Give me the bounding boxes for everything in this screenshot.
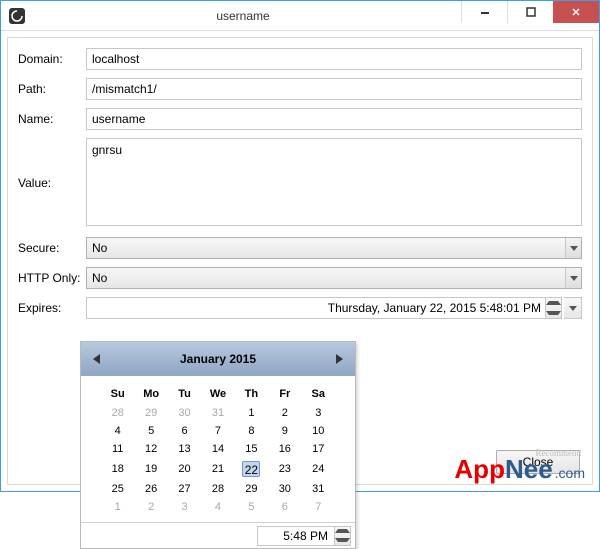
app-icon — [9, 8, 25, 24]
spin-down-icon[interactable] — [546, 308, 561, 318]
spin-down-icon[interactable] — [335, 536, 350, 545]
name-input[interactable] — [86, 108, 582, 130]
calendar-day[interactable]: 6 — [268, 498, 301, 516]
calendar-day[interactable]: 3 — [302, 404, 335, 422]
titlebar: username — [1, 1, 599, 31]
maximize-button[interactable] — [507, 1, 553, 23]
calendar-day[interactable]: 2 — [134, 498, 167, 516]
window-title: username — [25, 9, 461, 23]
calendar-day[interactable]: 5 — [134, 422, 167, 440]
calendar-time-row: 5:48 PM — [81, 522, 355, 548]
calendar-day[interactable]: 24 — [302, 458, 335, 480]
calendar-day[interactable]: 3 — [168, 498, 201, 516]
cookie-editor-window: username Domain: Path: Name: Value: gnrs… — [0, 0, 600, 492]
httponly-select[interactable]: No — [86, 267, 582, 289]
name-label: Name: — [18, 112, 86, 126]
expires-input[interactable]: Thursday, January 22, 2015 5:48:01 PM — [86, 297, 546, 319]
calendar-day[interactable]: 13 — [168, 440, 201, 458]
calendar-day[interactable]: 15 — [235, 440, 268, 458]
calendar-day[interactable]: 4 — [201, 498, 234, 516]
calendar-dow: Fr — [268, 384, 301, 404]
calendar-day[interactable]: 31 — [302, 480, 335, 498]
calendar-day[interactable]: 8 — [235, 422, 268, 440]
path-label: Path: — [18, 82, 86, 96]
calendar-dow: Su — [101, 384, 134, 404]
calendar-day[interactable]: 28 — [201, 480, 234, 498]
calendar-day[interactable]: 21 — [201, 458, 234, 480]
window-close-button[interactable] — [553, 1, 599, 23]
calendar-day[interactable]: 17 — [302, 440, 335, 458]
calendar-day[interactable]: 7 — [201, 422, 234, 440]
calendar-day[interactable]: 30 — [268, 480, 301, 498]
watermark-com: .com — [555, 465, 585, 481]
spin-up-icon[interactable] — [546, 298, 561, 308]
calendar-dow: Mo — [134, 384, 167, 404]
watermark-app: App — [454, 454, 505, 485]
calendar-dow: Sa — [302, 384, 335, 404]
calendar-day[interactable]: 12 — [134, 440, 167, 458]
calendar-day[interactable]: 28 — [101, 404, 134, 422]
calendar-day[interactable]: 1 — [101, 498, 134, 516]
calendar-grid: SuMoTuWeThFrSa 2829303112345678910111213… — [101, 384, 335, 516]
window-controls — [461, 1, 599, 30]
calendar-time-input[interactable]: 5:48 PM — [257, 526, 335, 546]
calendar-next-button[interactable] — [336, 354, 343, 364]
calendar-day[interactable]: 25 — [101, 480, 134, 498]
chevron-down-icon — [565, 268, 581, 288]
calendar-day[interactable]: 29 — [134, 404, 167, 422]
calendar-dow: We — [201, 384, 234, 404]
calendar-time-spinner[interactable] — [335, 526, 351, 546]
spin-up-icon[interactable] — [335, 527, 350, 536]
calendar-time-value: 5:48 PM — [283, 529, 328, 543]
calendar-day[interactable]: 26 — [134, 480, 167, 498]
calendar-body: SuMoTuWeThFrSa 2829303112345678910111213… — [81, 376, 355, 522]
expires-spinner[interactable] — [546, 297, 562, 319]
calendar-day[interactable]: 23 — [268, 458, 301, 480]
calendar-day[interactable]: 30 — [168, 404, 201, 422]
calendar-popup: January 2015 SuMoTuWeThFrSa 282930311234… — [80, 341, 356, 549]
calendar-dow: Th — [235, 384, 268, 404]
expires-dropdown-button[interactable] — [564, 297, 582, 319]
value-label: Value: — [18, 138, 86, 190]
watermark-recommend: Recommend — [536, 448, 582, 458]
calendar-day[interactable]: 11 — [101, 440, 134, 458]
calendar-day[interactable]: 22 — [235, 458, 268, 480]
calendar-day[interactable]: 29 — [235, 480, 268, 498]
calendar-day[interactable]: 5 — [235, 498, 268, 516]
secure-value: No — [92, 241, 107, 255]
calendar-prev-button[interactable] — [93, 354, 100, 364]
watermark: Recommend AppNee.com — [454, 454, 585, 485]
expires-label: Expires: — [18, 301, 86, 315]
secure-label: Secure: — [18, 241, 86, 255]
calendar-dow: Tu — [168, 384, 201, 404]
calendar-day[interactable]: 20 — [168, 458, 201, 480]
calendar-day[interactable]: 19 — [134, 458, 167, 480]
chevron-down-icon — [565, 238, 581, 258]
httponly-label: HTTP Only: — [18, 271, 86, 285]
minimize-button[interactable] — [461, 1, 507, 23]
calendar-day[interactable]: 31 — [201, 404, 234, 422]
domain-input[interactable] — [86, 48, 582, 70]
watermark-nee: Nee — [505, 454, 553, 485]
calendar-day[interactable]: 14 — [201, 440, 234, 458]
secure-select[interactable]: No — [86, 237, 582, 259]
calendar-day[interactable]: 2 — [268, 404, 301, 422]
expires-value: Thursday, January 22, 2015 5:48:01 PM — [328, 301, 541, 315]
calendar-day[interactable]: 18 — [101, 458, 134, 480]
calendar-day[interactable]: 9 — [268, 422, 301, 440]
calendar-month-title: January 2015 — [180, 352, 256, 366]
calendar-day[interactable]: 6 — [168, 422, 201, 440]
calendar-day[interactable]: 16 — [268, 440, 301, 458]
httponly-value: No — [92, 271, 107, 285]
value-textarea[interactable]: gnrsu — [86, 138, 582, 226]
calendar-day[interactable]: 10 — [302, 422, 335, 440]
calendar-day[interactable]: 27 — [168, 480, 201, 498]
domain-label: Domain: — [18, 52, 86, 66]
calendar-day[interactable]: 4 — [101, 422, 134, 440]
calendar-day[interactable]: 7 — [302, 498, 335, 516]
path-input[interactable] — [86, 78, 582, 100]
calendar-day[interactable]: 1 — [235, 404, 268, 422]
calendar-header: January 2015 — [81, 342, 355, 376]
